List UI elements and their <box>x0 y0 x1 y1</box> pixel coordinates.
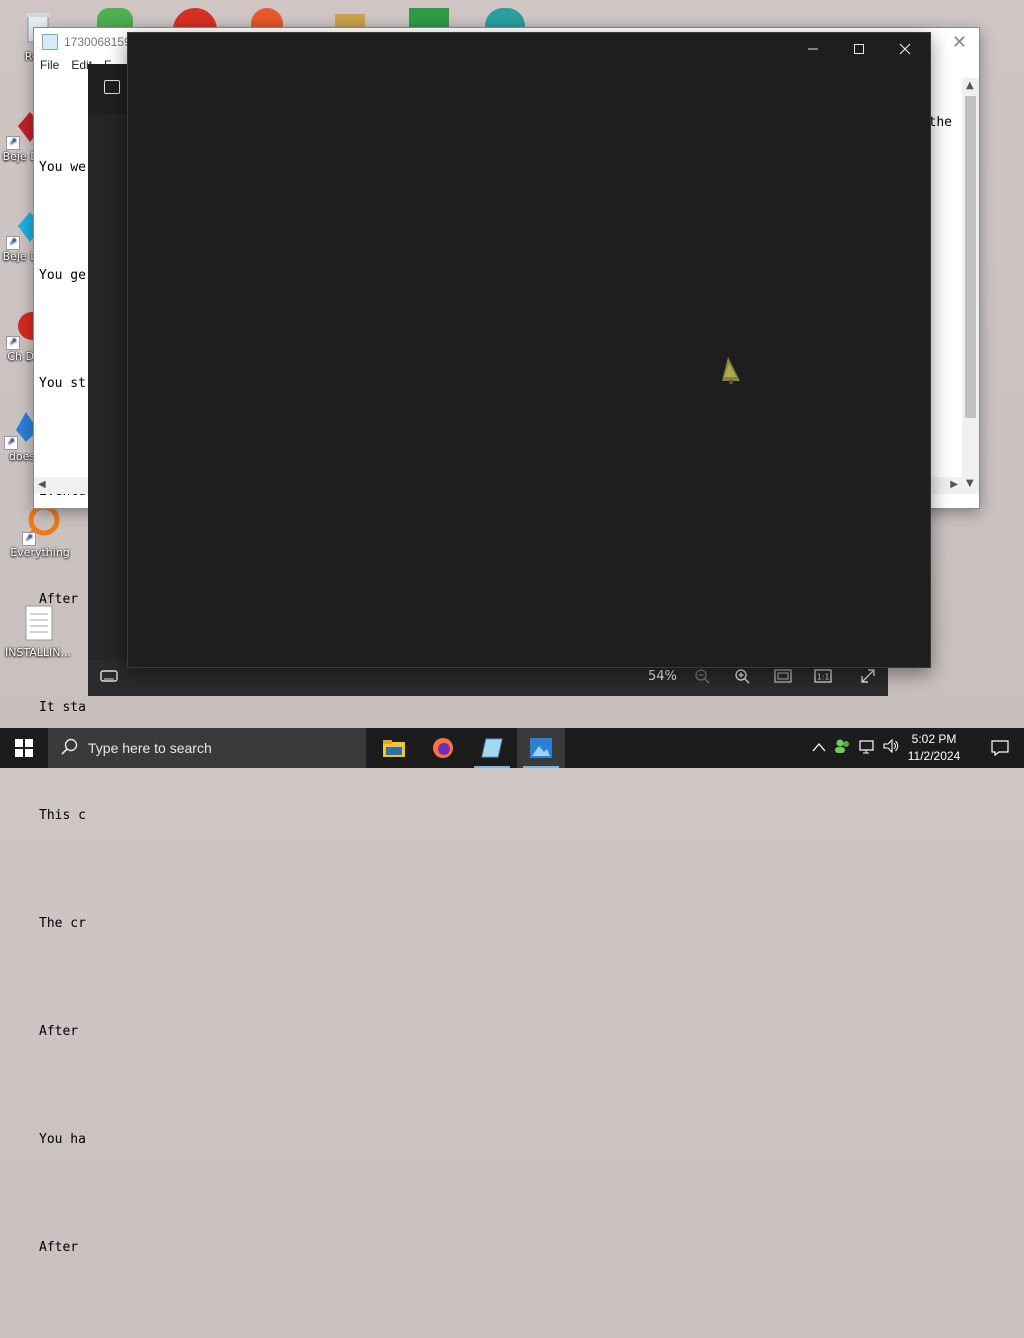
zoom-out-icon[interactable] <box>694 668 710 688</box>
shortcut-arrow-icon: ↗ <box>6 336 20 350</box>
text-line: After <box>39 592 79 607</box>
image-viewer-window[interactable] <box>127 32 931 668</box>
text-line: You ge <box>39 268 86 283</box>
close-icon[interactable] <box>882 33 928 65</box>
text-line: It sta <box>39 700 86 715</box>
svg-text:1:1: 1:1 <box>817 673 830 682</box>
text-line: You st <box>39 376 86 391</box>
network-icon[interactable] <box>858 738 876 758</box>
shortcut-arrow-icon: ↗ <box>22 532 36 546</box>
taskbar-photos[interactable] <box>517 728 565 768</box>
chevron-up-icon[interactable] <box>812 741 826 756</box>
zoom-in-icon[interactable] <box>734 668 750 688</box>
scroll-right-icon[interactable]: ▶ <box>950 479 958 490</box>
scroll-thumb[interactable] <box>965 96 976 418</box>
taskbar-file-explorer[interactable] <box>370 728 418 768</box>
maximize-icon[interactable] <box>836 33 882 65</box>
zoom-level: 54% <box>648 669 677 684</box>
taskbar-notepad[interactable] <box>468 728 516 768</box>
folder-icon <box>383 740 405 757</box>
text-line: After <box>39 1240 79 1255</box>
notification-icon <box>991 740 1009 756</box>
volume-icon[interactable] <box>882 738 900 758</box>
minimize-icon[interactable] <box>790 33 836 65</box>
notepad-text-area[interactable]: You we You ge You st Eventu After It sta… <box>39 78 86 1338</box>
taskbar-clock[interactable]: 5:02 PM 11/2/2024 <box>904 731 964 765</box>
taskbar-search-box[interactable]: Type here to search <box>48 728 366 768</box>
text-line: You we <box>39 160 86 175</box>
actual-size-icon[interactable]: 1:1 <box>814 669 832 687</box>
taskbar-firefox[interactable] <box>419 728 467 768</box>
firefox-icon <box>433 738 453 758</box>
text-line: The cr <box>39 916 86 931</box>
filmstrip-icon[interactable] <box>100 669 118 687</box>
scroll-up-icon[interactable]: ▲ <box>966 80 974 91</box>
photos-icon <box>530 738 552 758</box>
fullscreen-icon[interactable] <box>860 668 876 688</box>
menu-file[interactable]: File <box>40 58 59 72</box>
text-line: This c <box>39 808 86 823</box>
search-placeholder: Type here to search <box>88 740 212 756</box>
shortcut-arrow-icon: ↗ <box>6 136 20 150</box>
image-icon[interactable] <box>104 80 120 94</box>
scroll-left-icon[interactable]: ◀ <box>38 479 46 490</box>
notification-center-button[interactable] <box>976 728 1024 768</box>
clock-time: 5:02 PM <box>911 732 957 746</box>
clock-date: 11/2/2024 <box>907 749 961 763</box>
displayed-image-tree <box>720 355 742 385</box>
fit-to-window-icon[interactable] <box>774 669 792 687</box>
text-line: After <box>39 1024 79 1039</box>
start-button[interactable] <box>0 728 48 768</box>
close-icon[interactable]: ✕ <box>952 32 967 53</box>
shortcut-arrow-icon: ↗ <box>4 436 18 450</box>
photos-toolbar <box>88 64 128 114</box>
text-line: You ha <box>39 1132 86 1147</box>
notepad-title: 1730068159, <box>64 35 135 49</box>
search-icon <box>60 738 78 759</box>
photos-sidebar <box>88 114 128 664</box>
people-tray-icon[interactable] <box>834 738 852 758</box>
notepad-icon <box>481 738 503 758</box>
notepad-icon <box>42 34 58 50</box>
shortcut-arrow-icon: ↗ <box>6 236 20 250</box>
taskbar: Type here to search 5:02 PM 11/2/2024 <box>0 728 1024 768</box>
windows-logo-icon <box>15 739 33 757</box>
text-line-fragment: the <box>928 115 952 130</box>
vertical-scrollbar[interactable]: ▲ ▼ <box>962 78 979 494</box>
scroll-down-icon[interactable]: ▼ <box>966 478 974 489</box>
system-tray <box>812 728 900 768</box>
